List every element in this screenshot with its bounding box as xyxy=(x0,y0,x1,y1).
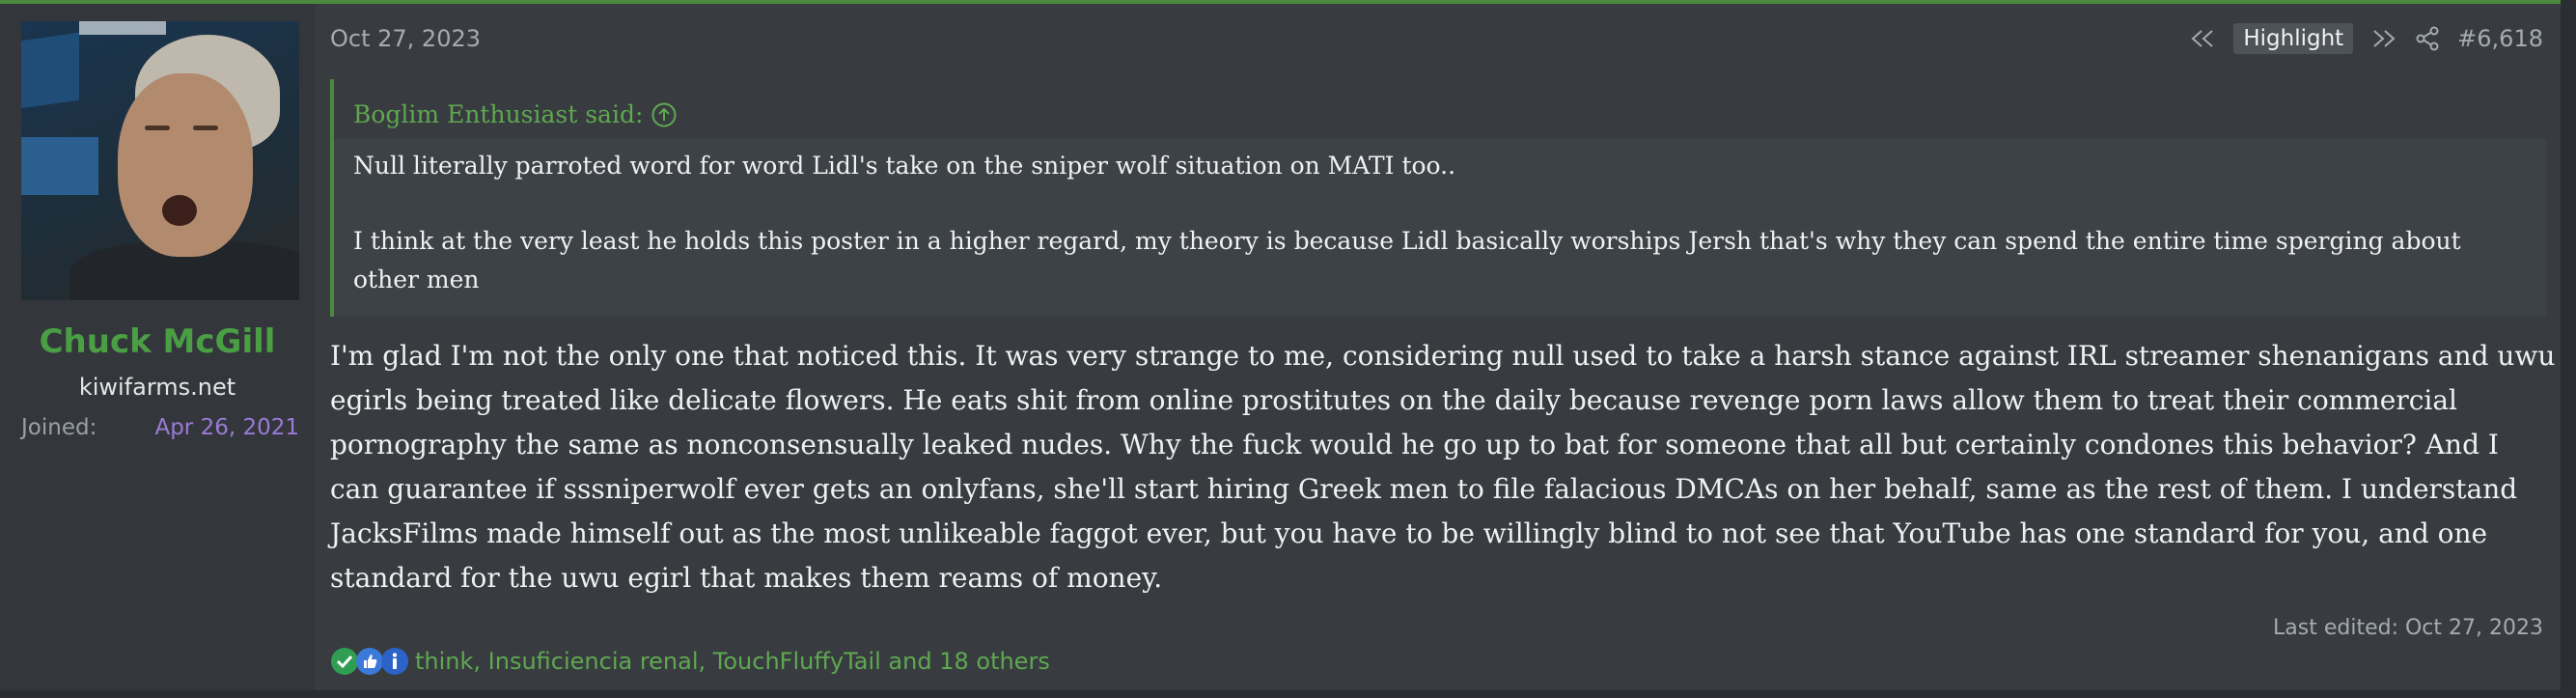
last-edited: Last edited: Oct 27, 2023 xyxy=(2273,616,2543,640)
joined-date: Apr 26, 2021 xyxy=(154,415,299,440)
arrow-up-circle-icon[interactable] xyxy=(651,101,678,128)
next-highlight-icon[interactable] xyxy=(2370,28,2397,49)
quote-block: Boglim Enthusiast said: Null literally p… xyxy=(330,79,2546,317)
message-body: I'm glad I'm not the only one that notic… xyxy=(330,340,2556,594)
quote-header: Boglim Enthusiast said: xyxy=(334,79,2546,139)
quote-author-link[interactable]: Boglim Enthusiast said: xyxy=(353,100,643,128)
post-actions: Highlight #6,618 xyxy=(2189,23,2543,54)
share-icon[interactable] xyxy=(2415,26,2440,51)
previous-highlight-icon[interactable] xyxy=(2189,28,2216,49)
reactions-list-link[interactable]: think, Insuficiencia renal, TouchFluffyT… xyxy=(415,648,1050,675)
username[interactable]: Chuck McGill xyxy=(0,322,315,361)
avatar[interactable] xyxy=(21,21,299,300)
informative-reaction-icon xyxy=(380,647,409,676)
post-number-link[interactable]: #6,618 xyxy=(2457,25,2543,52)
user-title: kiwifarms.net xyxy=(78,374,236,401)
reaction-icons[interactable] xyxy=(330,647,408,676)
joined-label: Joined: xyxy=(21,415,97,440)
quote-paragraph: I think at the very least he holds this … xyxy=(353,227,2461,293)
reactions-bar: think, Insuficiencia renal, TouchFluffyT… xyxy=(330,647,1050,676)
highlight-button[interactable]: Highlight xyxy=(2233,23,2354,54)
quote-body: Null literally parroted word for word Li… xyxy=(353,147,2523,336)
post-content: Oct 27, 2023 Highlight #6,618 Boglim Ent… xyxy=(315,4,2561,690)
user-info-panel: Chuck McGill kiwifarms.net Joined: Apr 2… xyxy=(0,4,315,690)
forum-post: Chuck McGill kiwifarms.net Joined: Apr 2… xyxy=(0,0,2561,690)
quote-paragraph: Null literally parroted word for word Li… xyxy=(353,152,1456,180)
post-date[interactable]: Oct 27, 2023 xyxy=(330,25,481,52)
